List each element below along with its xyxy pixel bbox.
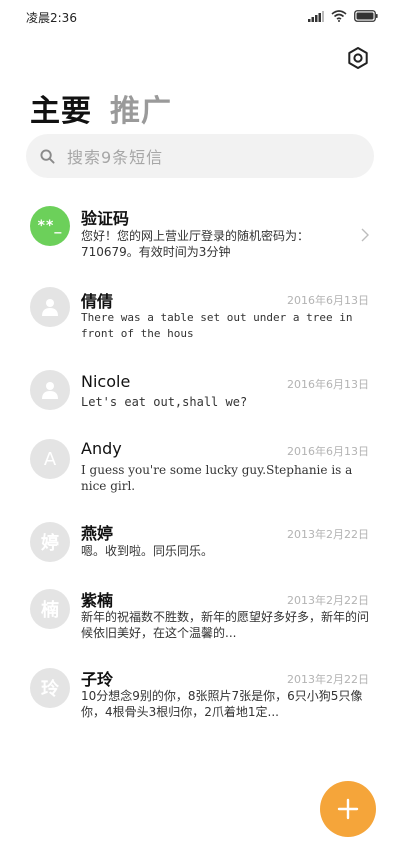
person-icon [42, 382, 58, 399]
sender-name: 燕婷 [81, 524, 114, 543]
sender-name: 验证码 [81, 209, 130, 228]
message-preview: 10分想念9别的你，8张照片7张是你，6只小狗5只像你，4根骨头3根归你，2爪着… [81, 689, 363, 719]
settings-button[interactable] [346, 46, 370, 70]
message-row[interactable]: **_ 验证码 您好！您的网上营业厅登录的随机密码为：710679。有效时间为3… [0, 198, 400, 268]
message-row[interactable]: A Andy 2016年6月13日 I guess you're some lu… [0, 420, 400, 500]
search-input[interactable]: 搜索9条短信 [26, 134, 374, 178]
status-icons [308, 10, 378, 22]
avatar: 玲 [30, 668, 70, 708]
avatar: A [30, 439, 70, 479]
avatar: **_ [30, 206, 70, 246]
gear-icon [348, 47, 368, 69]
message-preview: Let's eat out,shall we? [81, 395, 248, 409]
category-tabs: 主要 推广 [30, 86, 172, 130]
message-date: 2016年6月13日 [287, 378, 369, 391]
message-preview: There was a table set out under a tree i… [81, 311, 353, 340]
plus-icon [337, 798, 359, 820]
message-preview: I guess you're some lucky guy.Stephanie … [81, 463, 353, 493]
avatar [30, 287, 70, 327]
message-date: 2016年6月13日 [287, 294, 369, 307]
avatar: 楠 [30, 589, 70, 629]
compose-button[interactable] [320, 781, 376, 837]
avatar: 婷 [30, 522, 70, 562]
message-preview: 新年的祝福数不胜数，新年的愿望好多好多，新年的问候依旧美好，在这个温馨的... [81, 610, 370, 640]
status-time: 凌晨2:36 [26, 11, 77, 25]
sender-name: Andy [81, 439, 122, 458]
sender-name: 紫楠 [81, 591, 114, 610]
tab-promotions[interactable]: 推广 [110, 86, 172, 130]
message-preview: 您好！您的网上营业厅登录的随机密码为：710679。有效时间为3分钟 [81, 229, 310, 259]
avatar-text: **_ [37, 218, 63, 234]
chevron-right-icon [361, 228, 369, 242]
message-row[interactable]: 楠 紫楠 2013年2月22日 新年的祝福数不胜数，新年的愿望好多好多，新年的问… [0, 569, 400, 648]
message-row[interactable]: 玲 子玲 2013年2月22日 10分想念9别的你，8张照片7张是你，6只小狗5… [0, 648, 400, 728]
sender-name: 倩倩 [81, 292, 114, 311]
sender-name: Nicole [81, 372, 131, 391]
person-icon [42, 299, 58, 316]
tab-main[interactable]: 主要 [30, 86, 92, 130]
message-row[interactable]: 倩倩 2016年6月13日 There was a table set out … [0, 268, 400, 354]
message-date: 2013年2月22日 [287, 673, 369, 686]
signal-icon [308, 10, 324, 22]
battery-icon [354, 10, 378, 22]
avatar-letter: A [43, 448, 57, 470]
search-placeholder: 搜索9条短信 [67, 148, 164, 167]
message-preview: 嗯。收到啦。同乐同乐。 [81, 544, 214, 558]
search-icon [40, 148, 55, 164]
avatar [30, 370, 70, 410]
message-date: 2013年2月22日 [287, 594, 369, 607]
sender-name: 子玲 [81, 670, 114, 689]
message-list: **_ 验证码 您好！您的网上营业厅登录的随机密码为：710679。有效时间为3… [0, 198, 400, 728]
message-row[interactable]: 婷 燕婷 2013年2月22日 嗯。收到啦。同乐同乐。 [0, 500, 400, 569]
avatar-letter: 婷 [41, 533, 59, 554]
message-date: 2013年2月22日 [287, 528, 369, 541]
status-bar: 凌晨2:36 [0, 0, 400, 34]
message-date: 2016年6月13日 [287, 445, 369, 458]
wifi-icon [331, 10, 347, 22]
avatar-letter: 楠 [41, 600, 59, 621]
avatar-letter: 玲 [41, 679, 59, 700]
message-row[interactable]: Nicole 2016年6月13日 Let's eat out,shall we… [0, 354, 400, 420]
